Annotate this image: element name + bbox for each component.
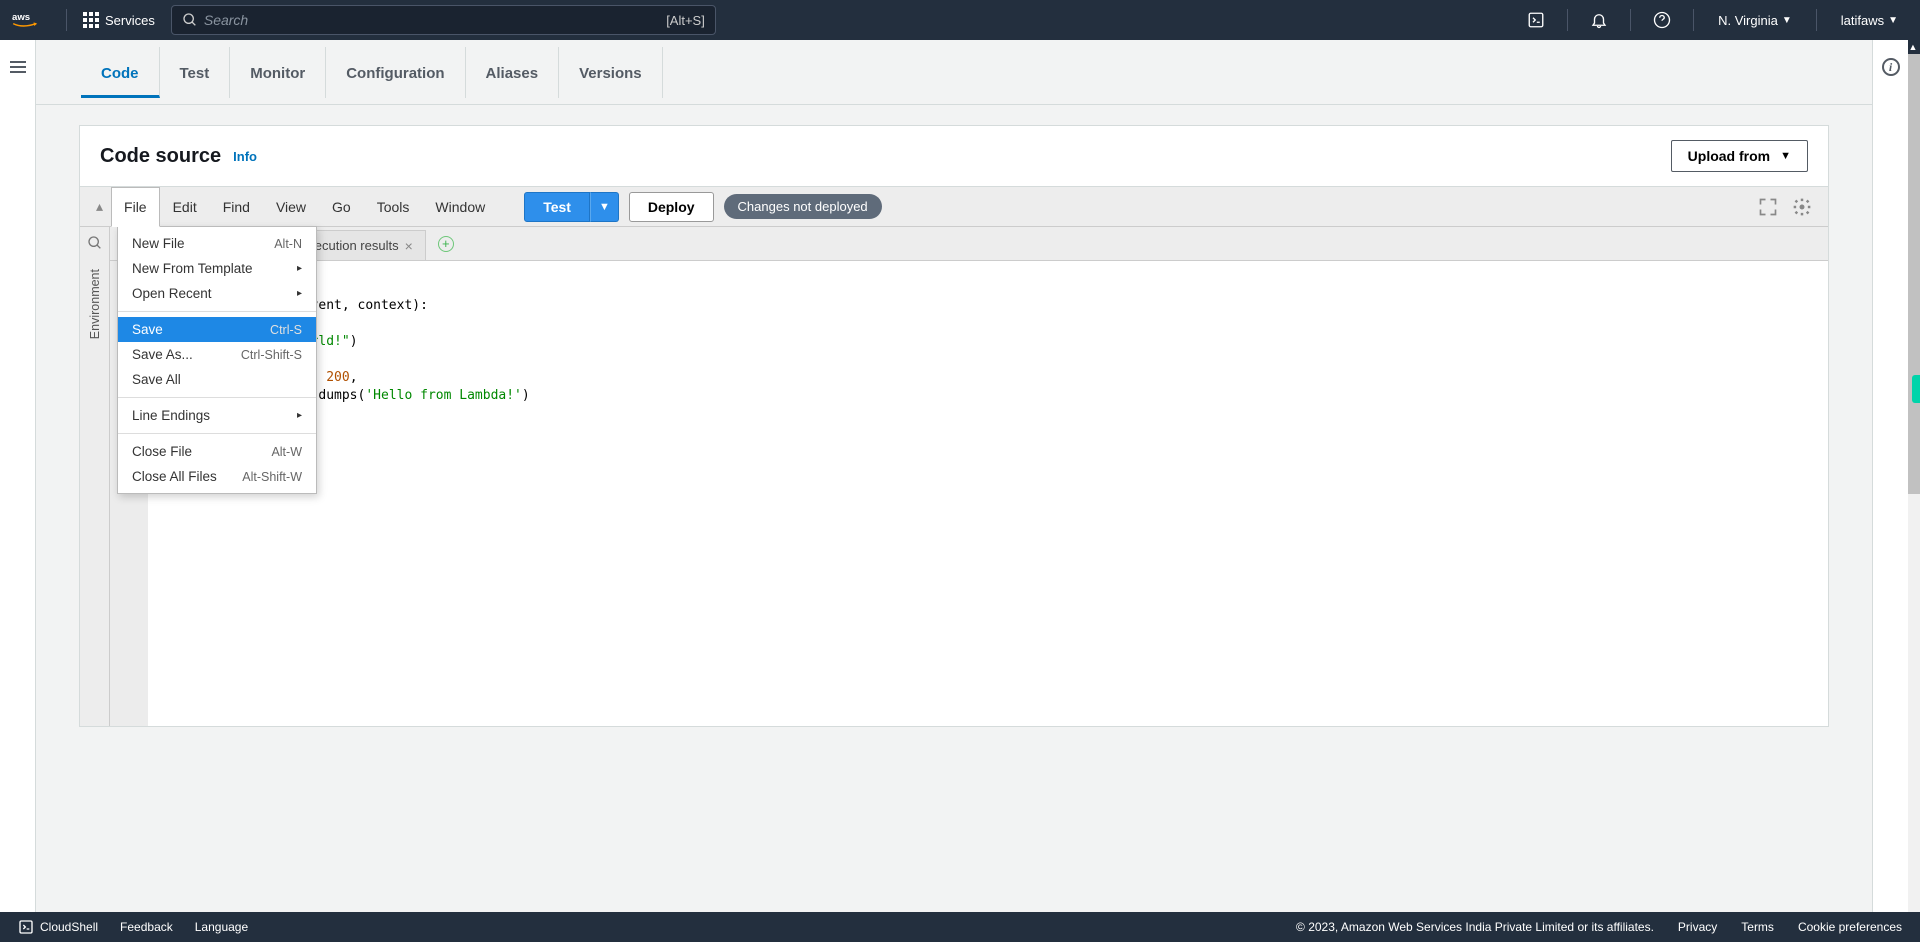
upload-from-button[interactable]: Upload from▼ — [1671, 140, 1808, 172]
region-selector[interactable]: N. Virginia▼ — [1708, 13, 1802, 28]
ide-toolbar: ▴ File Edit Find View Go Tools Window Te… — [80, 187, 1828, 227]
tab-test[interactable]: Test — [160, 47, 231, 98]
apps-grid-icon — [83, 12, 99, 28]
ide-container: ▴ File Edit Find View Go Tools Window Te… — [80, 186, 1828, 726]
file-menu-item[interactable]: Line Endings▸ — [118, 403, 316, 428]
cloudshell-header-icon[interactable] — [1519, 5, 1553, 35]
scrollbar-thumb[interactable] — [1908, 54, 1920, 494]
tab-code[interactable]: Code — [81, 47, 160, 98]
code-source-card: Code source Info Upload from▼ ▴ File Edi… — [79, 125, 1829, 727]
help-icon[interactable] — [1645, 5, 1679, 35]
caret-down-icon: ▼ — [1780, 150, 1791, 162]
file-menu-item[interactable]: Close FileAlt-W — [118, 439, 316, 464]
left-nav-rail — [0, 40, 36, 912]
deploy-status: Changes not deployed — [724, 194, 882, 219]
tab-aliases[interactable]: Aliases — [466, 47, 560, 98]
aws-logo[interactable]: aws — [12, 9, 48, 31]
file-menu-item[interactable]: Close All FilesAlt-Shift-W — [118, 464, 316, 489]
menu-file[interactable]: File — [111, 187, 160, 227]
info-link[interactable]: Info — [233, 149, 257, 164]
privacy-link[interactable]: Privacy — [1678, 920, 1717, 934]
search-shortcut: [Alt+S] — [666, 13, 705, 28]
file-menu-item[interactable]: Save All — [118, 367, 316, 392]
search-input[interactable] — [204, 12, 666, 28]
notifications-icon[interactable] — [1582, 5, 1616, 35]
file-menu-dropdown: New FileAlt-NNew From Template▸Open Rece… — [117, 226, 317, 494]
services-label: Services — [105, 13, 155, 28]
new-tab-button[interactable]: + — [438, 236, 454, 252]
fullscreen-icon[interactable] — [1758, 197, 1778, 217]
menu-edit[interactable]: Edit — [160, 187, 210, 227]
scroll-marker[interactable] — [1912, 375, 1920, 403]
editor-tabs: lambda_function× Execution results× + — [110, 227, 1828, 261]
services-button[interactable]: Services — [75, 12, 163, 28]
tab-configuration[interactable]: Configuration — [326, 47, 465, 98]
environment-rail: Environment — [80, 227, 110, 726]
code-editor[interactable]: 123456789 import json def lambda_handler… — [110, 261, 1828, 726]
file-menu-item[interactable]: New FileAlt-N — [118, 231, 316, 256]
copyright-text: © 2023, Amazon Web Services India Privat… — [1296, 920, 1654, 934]
env-search-icon[interactable] — [87, 235, 103, 251]
right-help-rail: i — [1872, 40, 1908, 912]
file-menu-item[interactable]: Open Recent▸ — [118, 281, 316, 306]
scroll-up-handle[interactable]: ▲ — [1906, 40, 1920, 54]
menu-tools[interactable]: Tools — [364, 187, 423, 227]
menu-window[interactable]: Window — [422, 187, 498, 227]
tab-monitor[interactable]: Monitor — [230, 47, 326, 98]
file-menu-item[interactable]: SaveCtrl-S — [118, 317, 316, 342]
tab-versions[interactable]: Versions — [559, 47, 663, 98]
menu-go[interactable]: Go — [319, 187, 364, 227]
file-menu-item[interactable]: Save As...Ctrl-Shift-S — [118, 342, 316, 367]
environment-label[interactable]: Environment — [88, 269, 102, 339]
menu-view[interactable]: View — [263, 187, 319, 227]
search-icon — [182, 12, 198, 28]
cookies-link[interactable]: Cookie preferences — [1798, 920, 1902, 934]
file-menu-item[interactable]: New From Template▸ — [118, 256, 316, 281]
menu-find[interactable]: Find — [210, 187, 263, 227]
lambda-tabs: Code Test Monitor Configuration Aliases … — [36, 40, 1872, 105]
user-menu[interactable]: latifaws▼ — [1831, 13, 1908, 28]
close-icon[interactable]: × — [405, 238, 413, 254]
footer: CloudShell Feedback Language © 2023, Ama… — [0, 912, 1920, 942]
svg-text:aws: aws — [12, 12, 30, 23]
hamburger-icon[interactable] — [10, 58, 26, 912]
main-content: Code Test Monitor Configuration Aliases … — [36, 40, 1872, 912]
feedback-link[interactable]: Feedback — [120, 920, 173, 934]
caret-down-icon: ▼ — [1888, 15, 1898, 26]
caret-down-icon: ▼ — [1782, 15, 1792, 26]
language-link[interactable]: Language — [195, 920, 248, 934]
card-title: Code source — [100, 145, 221, 168]
top-header: aws Services [Alt+S] N. Virginia▼ latifa… — [0, 0, 1920, 40]
gear-icon[interactable] — [1792, 197, 1812, 217]
collapse-icon[interactable]: ▴ — [88, 192, 111, 221]
search-box[interactable]: [Alt+S] — [171, 5, 716, 35]
info-panel-icon[interactable]: i — [1882, 58, 1900, 76]
test-dropdown-button[interactable]: ▼ — [590, 192, 619, 222]
cloudshell-link[interactable]: CloudShell — [18, 919, 98, 935]
deploy-button[interactable]: Deploy — [629, 192, 714, 222]
test-button[interactable]: Test — [524, 192, 590, 222]
terms-link[interactable]: Terms — [1741, 920, 1774, 934]
cloudshell-icon — [18, 919, 34, 935]
